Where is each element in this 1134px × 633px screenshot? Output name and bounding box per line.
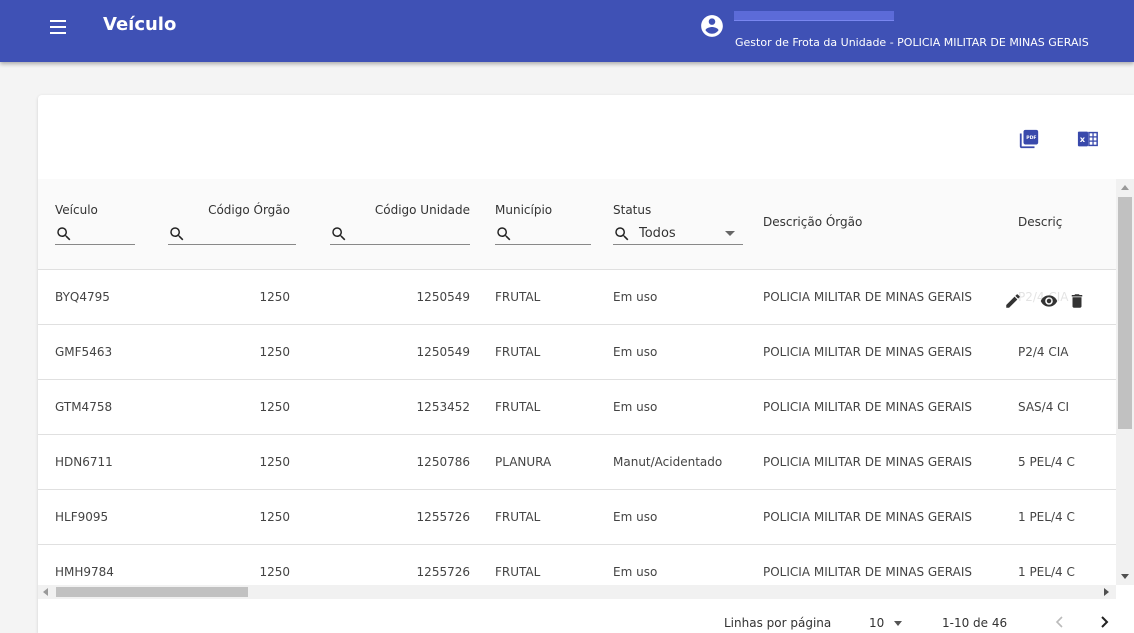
vertical-scroll-thumb[interactable] xyxy=(1118,197,1132,429)
vehicle-table: Veículo Código Órgão Código Unidade Muni… xyxy=(38,179,1116,585)
status-filter-select[interactable]: Todos xyxy=(613,223,743,245)
cell-status: Em uso xyxy=(598,544,748,585)
column-status: Status Todos xyxy=(598,179,748,270)
cell-veiculo: HMH9784 xyxy=(38,544,138,585)
cell-codigo-orgao: 1250 xyxy=(138,269,300,325)
veiculo-filter-input[interactable] xyxy=(55,223,135,245)
cell-descricao-orgao: POLICIA MILITAR DE MINAS GERAIS xyxy=(748,269,1003,325)
codigo-orgao-filter-input[interactable] xyxy=(168,223,296,245)
cell-municipio: FRUTAL xyxy=(480,269,598,325)
codigo-unidade-filter-input[interactable] xyxy=(330,223,470,245)
column-veiculo: Veículo xyxy=(38,179,138,270)
scroll-down-icon[interactable] xyxy=(1121,574,1129,579)
cell-descricao-orgao: POLICIA MILITAR DE MINAS GERAIS xyxy=(748,379,1003,435)
scroll-left-icon[interactable] xyxy=(43,588,48,596)
cell-descricao-unidade: SAS/4 CI xyxy=(1003,379,1116,435)
cell-veiculo: GTM4758 xyxy=(38,379,138,435)
table-row[interactable]: GMF5463 1250 1250549 FRUTAL Em uso POLICIA MI… xyxy=(38,324,1116,380)
cell-codigo-orgao: 1250 xyxy=(138,544,300,585)
scroll-right-icon[interactable] xyxy=(1104,588,1109,596)
cell-codigo-unidade: 1253452 xyxy=(300,379,480,435)
table-row[interactable]: BYQ4795 1250 1250549 FRUTAL Em uso POLICIA MI… xyxy=(38,269,1116,325)
cell-veiculo: GMF5463 xyxy=(38,324,138,380)
search-icon xyxy=(57,226,71,240)
table-viewport: Veículo Código Órgão Código Unidade Muni… xyxy=(38,179,1116,585)
column-codigo-unidade: Código Unidade xyxy=(300,179,480,270)
cell-veiculo: HDN6711 xyxy=(38,434,138,490)
vertical-scrollbar[interactable] xyxy=(1116,179,1134,585)
menu-icon[interactable] xyxy=(46,14,72,40)
eye-icon[interactable] xyxy=(1040,292,1058,310)
search-icon xyxy=(170,226,184,240)
horizontal-scrollbar[interactable] xyxy=(38,585,1116,599)
cell-descricao-orgao: POLICIA MILITAR DE MINAS GERAIS xyxy=(748,324,1003,380)
app-bar: Veículo Gestor de Frota da Unidade - POL… xyxy=(0,0,1134,62)
cell-status: Em uso xyxy=(598,269,748,325)
cell-descricao-unidade: P2/4 CIA xyxy=(1003,324,1116,380)
vehicle-table-card: PDF x Veículo Código Órgão Código Unidad… xyxy=(38,95,1134,633)
pdf-icon[interactable]: PDF xyxy=(1018,128,1040,150)
cell-descricao-unidade: 1 PEL/4 C xyxy=(1003,489,1116,545)
cell-municipio: FRUTAL xyxy=(480,324,598,380)
cell-codigo-orgao: 1250 xyxy=(138,324,300,380)
table-row[interactable]: HMH9784 1250 1255726 FRUTAL Em uso POLICIA MI… xyxy=(38,544,1116,585)
cell-descricao-unidade: 1 PEL/4 C xyxy=(1003,544,1116,585)
table-pagination: Linhas por página 10 1-10 de 46 xyxy=(38,599,1134,633)
cell-veiculo: BYQ4795 xyxy=(38,269,138,325)
cell-descricao-unidade: 5 PEL/4 C xyxy=(1003,434,1116,490)
cell-descricao-orgao: POLICIA MILITAR DE MINAS GERAIS xyxy=(748,544,1003,585)
cell-municipio: FRUTAL xyxy=(480,489,598,545)
horizontal-scroll-thumb[interactable] xyxy=(56,587,248,597)
excel-icon[interactable]: x xyxy=(1077,128,1099,150)
cell-status: Em uso xyxy=(598,379,748,435)
cell-municipio: FRUTAL xyxy=(480,544,598,585)
page-title: Veículo xyxy=(103,14,177,35)
cell-status: Em uso xyxy=(598,324,748,380)
column-descricao-orgao: Descrição Órgão xyxy=(748,179,1003,270)
cell-veiculo: HLF9095 xyxy=(38,489,138,545)
pagination-range: 1-10 de 46 xyxy=(942,616,1008,630)
cell-status: Manut/Acidentado xyxy=(598,434,748,490)
search-icon xyxy=(615,226,629,240)
cell-codigo-orgao: 1250 xyxy=(138,379,300,435)
column-descricao-unidade: Descriç xyxy=(1003,179,1116,270)
cell-codigo-orgao: 1250 xyxy=(138,489,300,545)
pencil-icon[interactable] xyxy=(1004,292,1022,310)
cell-status: Em uso xyxy=(598,489,748,545)
column-codigo-orgao: Código Órgão xyxy=(138,179,300,270)
table-row[interactable]: GTM4758 1250 1253452 FRUTAL Em uso POLICIA MI… xyxy=(38,379,1116,435)
municipio-filter-input[interactable] xyxy=(495,223,591,245)
chevron-down-icon[interactable] xyxy=(894,621,902,626)
cell-codigo-unidade: 1250549 xyxy=(300,324,480,380)
user-role: Gestor de Frota da Unidade - POLICIA MIL… xyxy=(735,36,1089,49)
rows-per-page-select[interactable]: 10 xyxy=(869,616,884,630)
chevron-left-icon[interactable] xyxy=(1052,611,1066,633)
cell-descricao-orgao: POLICIA MILITAR DE MINAS GERAIS xyxy=(748,489,1003,545)
chevron-right-icon[interactable] xyxy=(1098,611,1112,633)
cell-municipio: FRUTAL xyxy=(480,379,598,435)
svg-text:PDF: PDF xyxy=(1026,135,1036,141)
table-row[interactable]: HDN6711 1250 1250786 PLANURA Manut/Acidentad… xyxy=(38,434,1116,490)
account-circle-icon[interactable] xyxy=(699,13,725,39)
chevron-down-icon xyxy=(725,231,735,236)
cell-codigo-unidade: 1250786 xyxy=(300,434,480,490)
trash-icon[interactable] xyxy=(1068,292,1086,310)
cell-codigo-unidade: 1255726 xyxy=(300,544,480,585)
user-name-link[interactable] xyxy=(734,11,894,21)
scroll-up-icon[interactable] xyxy=(1121,185,1129,190)
table-header-row: Veículo Código Órgão Código Unidade Muni… xyxy=(38,179,1116,270)
rows-per-page-label: Linhas por página xyxy=(724,616,832,630)
cell-descricao-orgao: POLICIA MILITAR DE MINAS GERAIS xyxy=(748,434,1003,490)
cell-codigo-unidade: 1255726 xyxy=(300,489,480,545)
cell-codigo-unidade: 1250549 xyxy=(300,269,480,325)
search-icon xyxy=(332,226,346,240)
search-icon xyxy=(497,226,511,240)
table-row[interactable]: HLF9095 1250 1255726 FRUTAL Em uso POLICIA MI… xyxy=(38,489,1116,545)
cell-codigo-orgao: 1250 xyxy=(138,434,300,490)
row-actions xyxy=(984,288,1124,314)
cell-municipio: PLANURA xyxy=(480,434,598,490)
column-municipio: Município xyxy=(480,179,598,270)
svg-text:x: x xyxy=(1080,134,1086,144)
status-filter-value: Todos xyxy=(639,226,676,241)
